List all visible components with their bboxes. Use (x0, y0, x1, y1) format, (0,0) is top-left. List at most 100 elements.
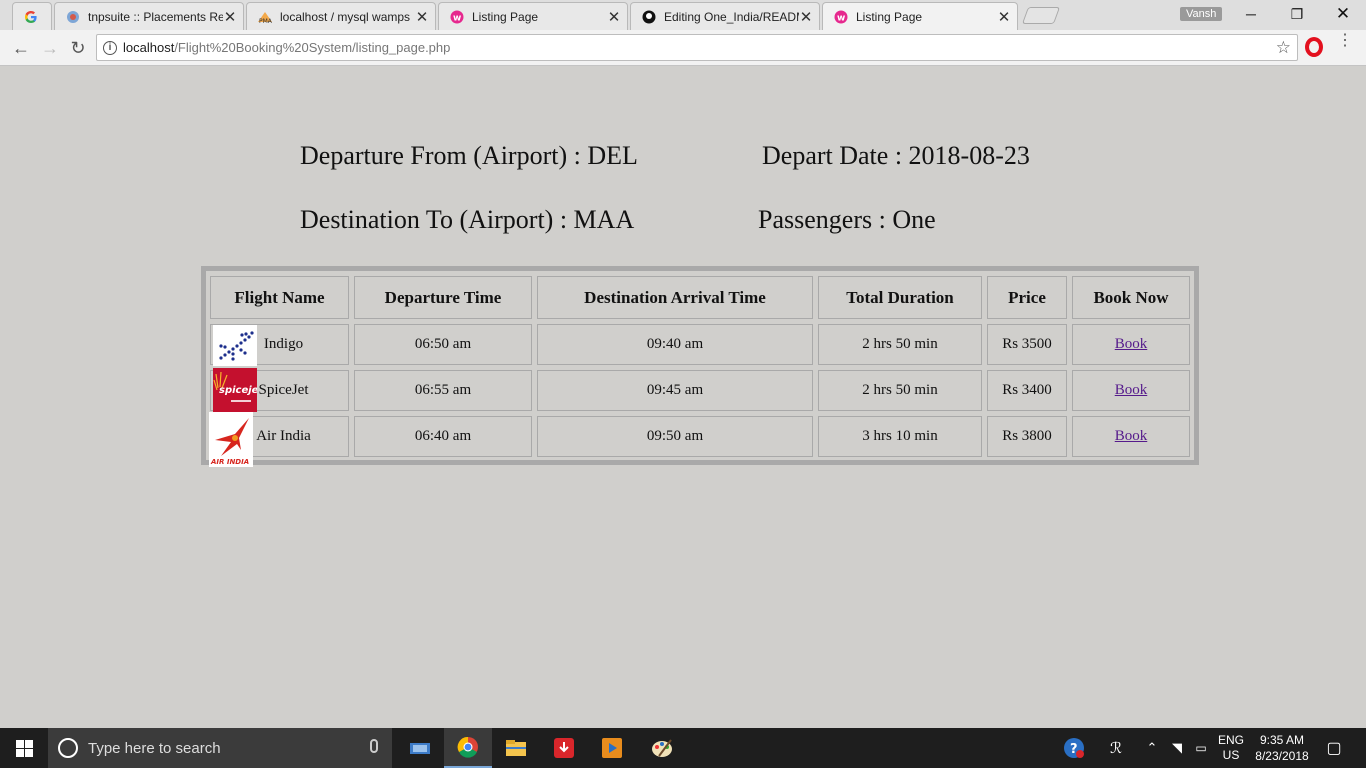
close-icon[interactable]: ✕ (799, 8, 813, 26)
people-icon[interactable]: ℛ (1104, 728, 1128, 768)
url-path: /Flight%20Booking%20System/listing_page.… (174, 40, 451, 55)
chrome-taskbar-icon[interactable] (444, 728, 492, 768)
menu-icon[interactable]: ⋮ (1337, 33, 1353, 49)
header-departure-time: Departure Time (354, 276, 532, 319)
action-center-icon[interactable]: ▢ (1318, 728, 1350, 768)
flight-name: SpiceJet (258, 382, 309, 398)
github-icon (641, 9, 657, 25)
table-row-price: Rs 3400 (987, 370, 1067, 411)
table-row-departure: 06:40 am (354, 416, 532, 457)
language-indicator[interactable]: ENG US (1214, 728, 1248, 768)
departure-airport: Departure From (Airport) : DEL (300, 141, 638, 170)
table-row-flight-name: spicejet SpiceJet (210, 368, 349, 412)
tab-title: localhost / mysql wamps (280, 9, 411, 24)
media-player-icon[interactable] (588, 728, 636, 768)
clock-time: 9:35 AM (1259, 733, 1305, 747)
language-top: ENG (1217, 733, 1244, 747)
taskbar-search-placeholder: Type here to search (88, 739, 221, 757)
indigo-logo (213, 325, 257, 366)
clock-date: 8/23/2018 (1255, 749, 1309, 763)
table-row-book-cell: Book (1072, 370, 1190, 411)
close-icon[interactable]: ✕ (997, 8, 1011, 26)
tnpsuite-icon (65, 9, 81, 25)
reload-icon[interactable]: ↻ (66, 37, 90, 59)
clock[interactable]: 9:35 AM 8/23/2018 (1250, 728, 1314, 768)
tab-tnpsuite[interactable]: tnpsuite :: Placements Re ✕ (54, 2, 244, 30)
address-bar[interactable]: i localhost/Flight%20Booking%20System/li… (96, 34, 1298, 61)
download-manager-icon[interactable] (540, 728, 588, 768)
header-flight-name: Flight Name (210, 276, 349, 319)
table-row-book-cell: Book (1072, 324, 1190, 365)
tab-title: Listing Page (472, 9, 539, 24)
destination-airport: Destination To (Airport) : MAA (300, 205, 635, 234)
wamp-icon: w (449, 9, 465, 25)
tab-listing-page-1[interactable]: w Listing Page ✕ (438, 2, 628, 30)
cortana-icon (58, 738, 78, 758)
url-host: localhost (123, 40, 175, 55)
tab-listing-page-active[interactable]: w Listing Page ✕ (822, 2, 1018, 30)
tab-title: Editing One_India/READM (664, 9, 799, 24)
airindia-logo-text: AIR INDIA (210, 458, 249, 466)
back-icon[interactable]: ← (9, 37, 33, 59)
task-view-icon[interactable] (396, 728, 444, 768)
table-row-flight-name: AIR INDIA Air India (209, 412, 349, 467)
table-row-duration: 2 hrs 50 min (818, 370, 982, 411)
tab-phpmyadmin[interactable]: PMA localhost / mysql wamps ✕ (246, 2, 436, 30)
table-row-arrival: 09:50 am (537, 416, 813, 457)
table-row-duration: 3 hrs 10 min (818, 416, 982, 457)
help-icon[interactable]: ? (1060, 728, 1088, 768)
tab-google[interactable] (12, 2, 52, 30)
windows-start-icon[interactable] (0, 728, 48, 768)
microphone-icon[interactable] (370, 739, 378, 753)
file-explorer-icon[interactable] (492, 728, 540, 768)
header-book-now: Book Now (1072, 276, 1190, 319)
close-icon[interactable]: ✕ (223, 8, 237, 26)
flights-table: Flight Name Departure Time Destination A… (201, 266, 1199, 467)
tab-strip: tnpsuite :: Placements Re ✕ PMA localhos… (0, 0, 1366, 30)
book-link-indigo[interactable]: Book (1115, 336, 1148, 353)
table-row-arrival: 09:45 am (537, 370, 813, 411)
new-tab-button[interactable] (1021, 7, 1061, 24)
depart-date: Depart Date : 2018-08-23 (762, 141, 1030, 170)
tab-github[interactable]: Editing One_India/READM ✕ (630, 2, 820, 30)
flight-name: Indigo (263, 336, 304, 352)
flight-name: Air India (256, 428, 311, 444)
table-row-flight-name: Indigo (210, 324, 349, 366)
info-icon[interactable]: i (103, 40, 117, 55)
svg-text:w: w (453, 13, 461, 23)
tab-title: Listing Page (856, 9, 923, 24)
google-icon (23, 9, 39, 25)
wifi-icon[interactable]: ◥ (1167, 728, 1187, 768)
minimize-icon[interactable]: ─ (1228, 0, 1274, 28)
restore-icon[interactable]: ❐ (1274, 0, 1320, 28)
show-hidden-icons-chevron-icon[interactable]: ⌃ (1143, 728, 1161, 768)
svg-text:w: w (837, 13, 845, 23)
bookmark-star-icon[interactable]: ☆ (1276, 38, 1291, 58)
battery-icon[interactable]: ▭ (1191, 728, 1211, 768)
taskbar: Type here to search ? ℛ ⌃ ◥ ▭ ENG US 9:3… (0, 728, 1366, 768)
close-icon[interactable]: ✕ (607, 8, 621, 26)
browser-toolbar: ← → ↻ i localhost/Flight%20Booking%20Sys… (0, 30, 1366, 66)
profile-button[interactable]: Vansh (1180, 7, 1223, 21)
opera-extension-icon[interactable] (1305, 37, 1323, 57)
book-link-spicejet[interactable]: Book (1115, 382, 1148, 399)
table-row-departure: 06:55 am (354, 370, 532, 411)
table-row-duration: 2 hrs 50 min (818, 324, 982, 365)
tab-title: tnpsuite :: Placements Re (88, 9, 223, 24)
header-price: Price (987, 276, 1067, 319)
table-row-price: Rs 3500 (987, 324, 1067, 365)
window-close-icon[interactable]: ✕ (1320, 0, 1366, 28)
close-icon[interactable]: ✕ (415, 8, 429, 26)
paint-icon[interactable] (638, 728, 686, 768)
airindia-logo: AIR INDIA (209, 412, 253, 467)
table-row-price: Rs 3800 (987, 416, 1067, 457)
spicejet-logo: spicejet (213, 368, 257, 412)
taskbar-search[interactable]: Type here to search (48, 728, 392, 768)
spicejet-logo-text: spicejet (219, 385, 257, 396)
phpmyadmin-icon: PMA (257, 9, 273, 25)
header-total-duration: Total Duration (818, 276, 982, 319)
table-row-book-cell: Book (1072, 416, 1190, 457)
forward-icon[interactable]: → (38, 37, 62, 59)
table-row-departure: 06:50 am (354, 324, 532, 365)
book-link-airindia[interactable]: Book (1115, 428, 1148, 445)
